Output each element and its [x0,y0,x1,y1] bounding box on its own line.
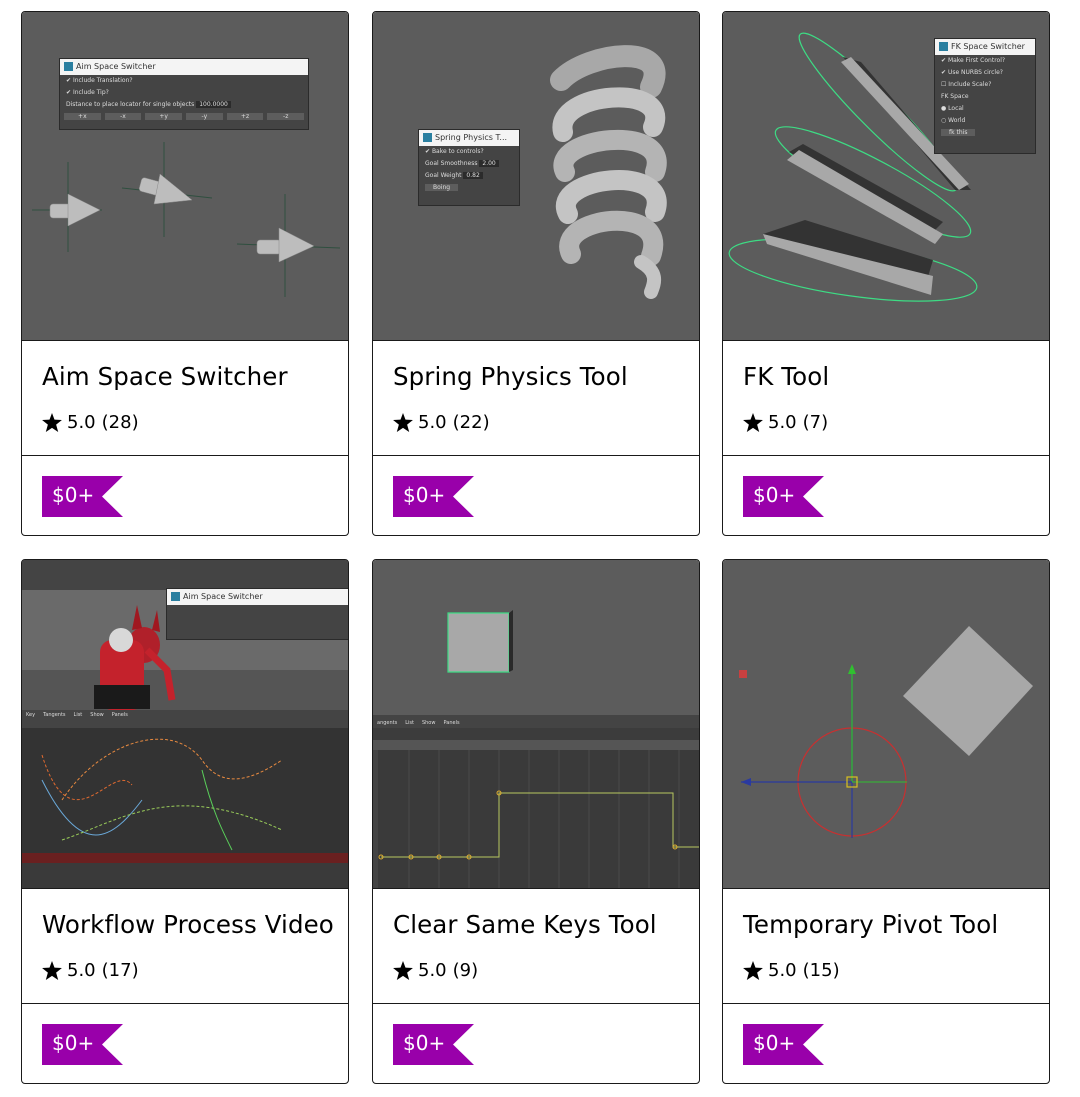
field-row: Goal Weight 0.82 [419,170,519,182]
star-icon [743,413,763,432]
product-card[interactable]: FK Space Switcher ✔ Make First Control? … [722,11,1050,536]
price-tag[interactable]: $0+ [393,476,474,517]
graph-editor-menu: Key Tangents List Show Panels [26,712,128,718]
price-area: $0+ [373,1004,699,1083]
product-rating: 5.0 (9) [393,960,478,981]
star-icon [393,413,413,432]
option-row: ✔ Include Tip? [66,89,109,96]
star-icon [393,961,413,980]
price-label: $0+ [52,1031,95,1055]
rating-value: 5.0 [768,960,797,981]
product-thumbnail[interactable]: Aim Space Switcher ✔ Include Translation… [22,12,348,341]
product-thumbnail[interactable]: Spring Physics T... ✔ Bake to controls? … [373,12,699,341]
option-row: ☐ Include Scale? [941,81,992,88]
field-row: Distance to place locator for single obj… [60,99,308,111]
price-label: $0+ [753,483,796,507]
graph-editor-menu: angents List Show Panels [377,720,460,726]
product-info: Spring Physics Tool 5.0 (22) [373,340,699,456]
rating-count: (22) [452,412,490,433]
product-title[interactable]: Temporary Pivot Tool [743,910,998,939]
price-tag[interactable]: $0+ [42,1024,123,1065]
option-row: ✔ Bake to controls? [425,148,484,155]
tool-window: Aim Space Switcher ✔ Include Translation… [59,58,309,130]
product-thumbnail[interactable]: angents List Show Panels [373,560,699,889]
star-icon [743,961,763,980]
price-area: $0+ [373,456,699,535]
window-title: Spring Physics T... [419,130,519,146]
price-label: $0+ [52,483,95,507]
space-label: FK Space [941,93,969,100]
product-thumbnail[interactable]: FK Space Switcher ✔ Make First Control? … [723,12,1049,341]
price-tag[interactable]: $0+ [393,1024,474,1065]
fk-button: fk this [935,127,1035,139]
star-icon [42,413,62,432]
price-label: $0+ [403,1031,446,1055]
product-info: Workflow Process Video 5.0 (17) [22,888,348,1004]
price-tag[interactable]: $0+ [743,1024,824,1065]
product-title[interactable]: Workflow Process Video [42,910,334,939]
rating-value: 5.0 [418,412,447,433]
rating-count: (15) [802,960,840,981]
window-title: Aim Space Switcher [60,59,308,75]
price-tag[interactable]: $0+ [42,476,123,517]
product-card[interactable]: Aim Space Switcher Key Tangents List Show Pa… [21,559,349,1084]
rating-value: 5.0 [418,960,447,981]
product-title[interactable]: FK Tool [743,362,829,391]
viewport-illustration [739,626,1033,838]
product-info: Clear Same Keys Tool 5.0 (9) [373,888,699,1004]
tool-window: FK Space Switcher ✔ Make First Control? … [934,38,1036,154]
product-info: Temporary Pivot Tool 5.0 (15) [723,888,1049,1004]
price-area: $0+ [22,456,348,535]
product-thumbnail[interactable] [723,560,1049,889]
product-card[interactable]: Temporary Pivot Tool 5.0 (15) $0+ [722,559,1050,1084]
rating-value: 5.0 [768,412,797,433]
field-row: Goal Smoothness 2.00 [419,158,519,170]
product-rating: 5.0 (28) [42,412,139,433]
option-row: ✔ Use NURBS circle? [941,69,1003,76]
price-label: $0+ [753,1031,796,1055]
window-title: Aim Space Switcher [167,589,348,605]
tool-window: Aim Space Switcher [166,588,348,640]
price-area: $0+ [723,456,1049,535]
product-thumbnail[interactable]: Aim Space Switcher Key Tangents List Show Pa… [22,560,348,889]
product-rating: 5.0 (22) [393,412,490,433]
window-title: FK Space Switcher [935,39,1035,55]
radio-row: ● Local [941,105,964,112]
option-row: ✔ Include Translation? [66,77,133,84]
rating-value: 5.0 [67,412,96,433]
tool-window: Spring Physics T... ✔ Bake to controls? … [418,129,520,206]
option-row: ✔ Make First Control? [941,57,1006,64]
product-info: Aim Space Switcher 5.0 (28) [22,340,348,456]
product-rating: 5.0 (15) [743,960,840,981]
radio-row: ○ World [941,117,966,124]
rating-count: (17) [101,960,139,981]
rating-count: (28) [101,412,139,433]
rating-count: (7) [802,412,829,433]
star-icon [42,961,62,980]
product-rating: 5.0 (7) [743,412,828,433]
product-rating: 5.0 (17) [42,960,139,981]
product-title[interactable]: Clear Same Keys Tool [393,910,657,939]
product-card[interactable]: angents List Show Panels Clear Same Keys To… [372,559,700,1084]
product-info: FK Tool 5.0 (7) [723,340,1049,456]
product-card[interactable]: Aim Space Switcher ✔ Include Translation… [21,11,349,536]
price-label: $0+ [403,483,446,507]
rating-count: (9) [452,960,479,981]
rating-value: 5.0 [67,960,96,981]
boing-button: Boing [419,182,519,194]
product-title[interactable]: Spring Physics Tool [393,362,628,391]
product-card[interactable]: Spring Physics T... ✔ Bake to controls? … [372,11,700,536]
product-title[interactable]: Aim Space Switcher [42,362,288,391]
axis-buttons: +x -x +y -y +z -z [60,111,308,122]
price-area: $0+ [22,1004,348,1083]
price-tag[interactable]: $0+ [743,476,824,517]
price-area: $0+ [723,1004,1049,1083]
